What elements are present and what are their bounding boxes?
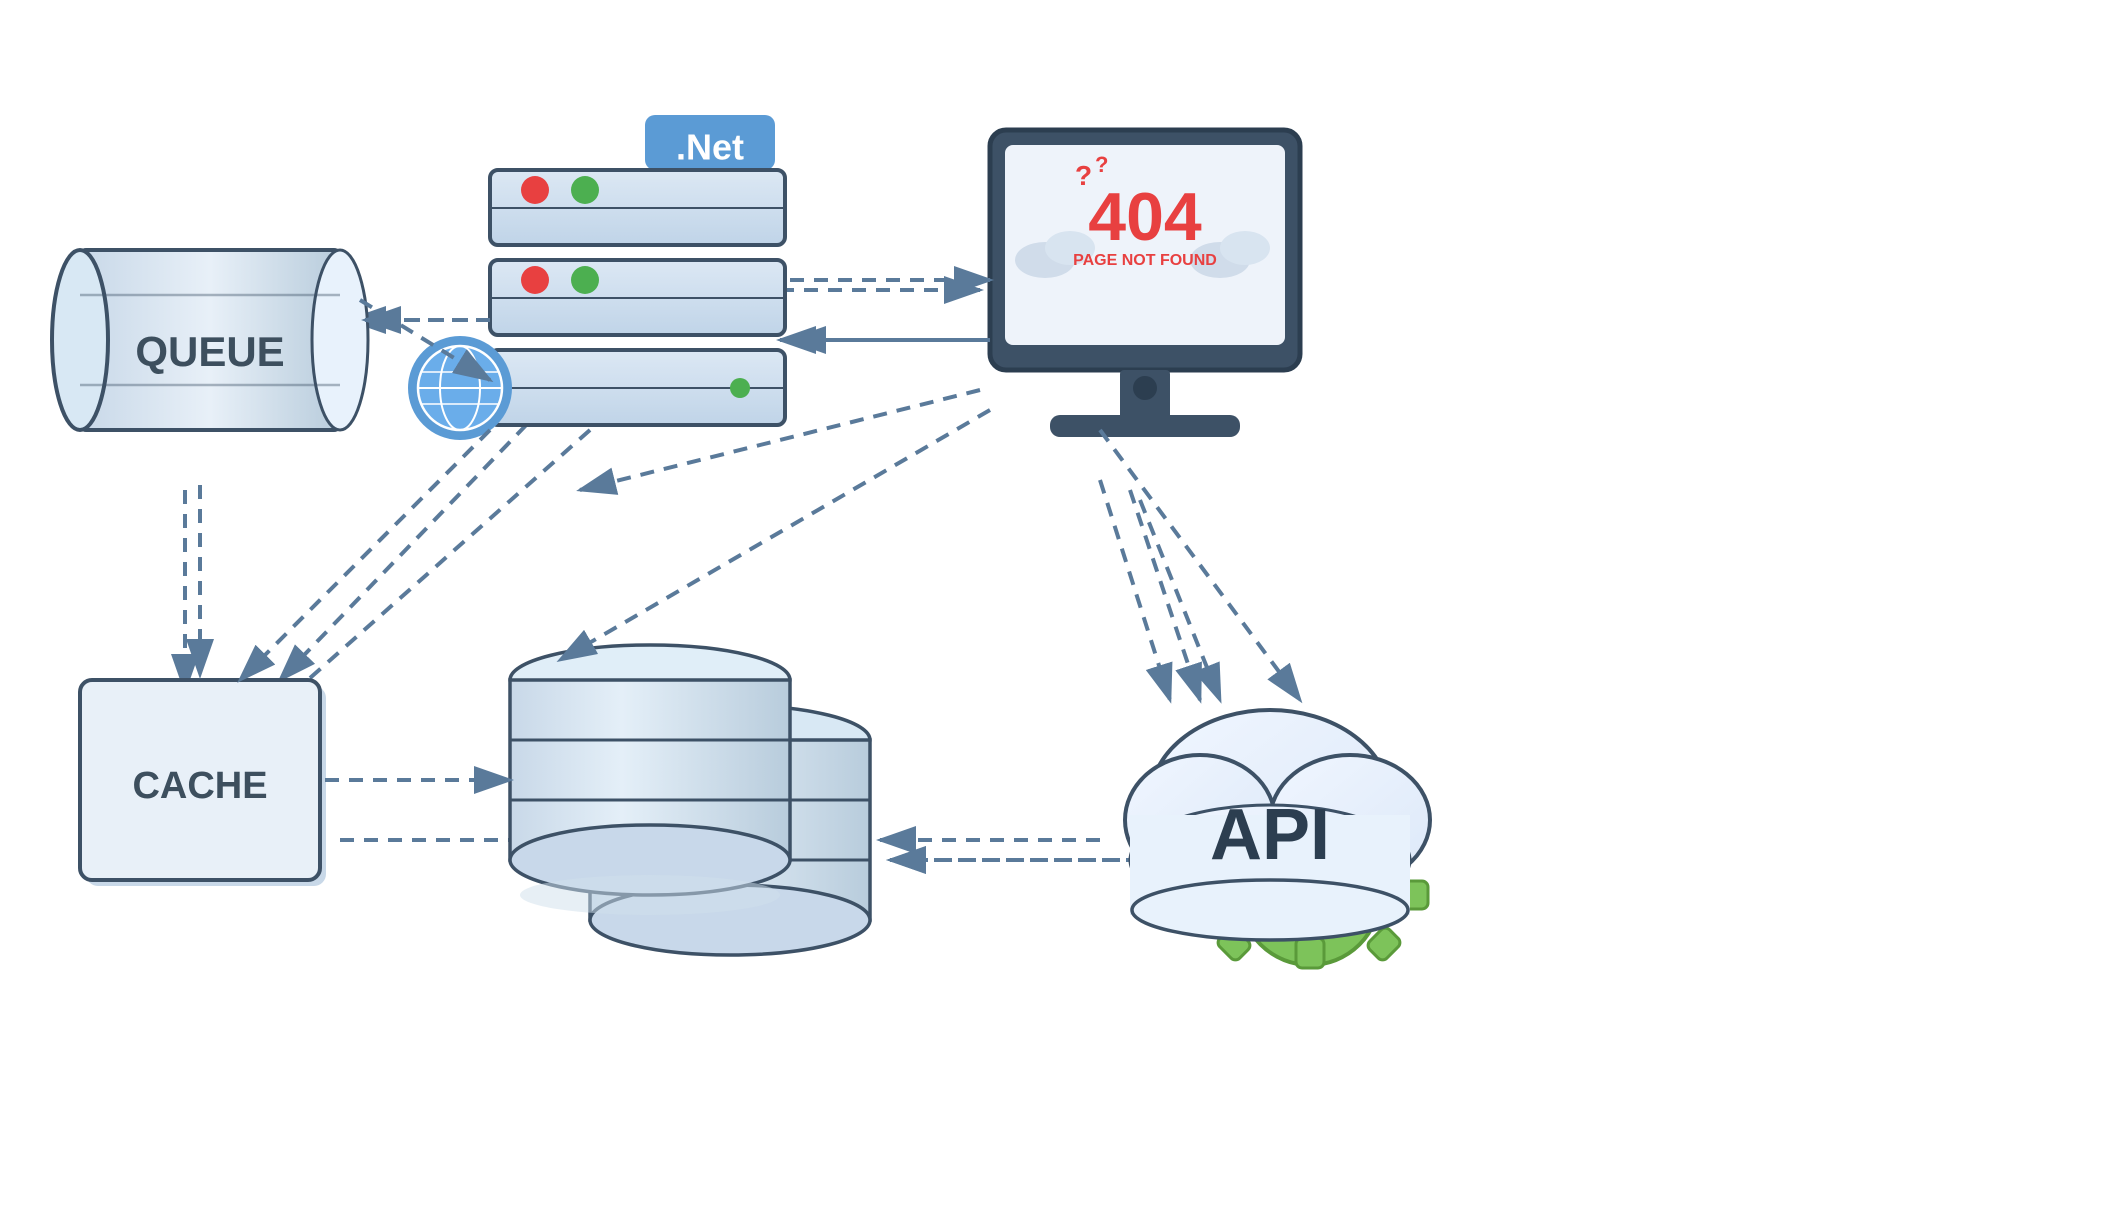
- database-component: [510, 645, 870, 955]
- cache-component: CACHE: [80, 680, 326, 886]
- monitor-component: ? ? 404 PAGE NOT FOUND: [990, 130, 1300, 437]
- cache-label: CACHE: [132, 765, 267, 807]
- arr-monitor-api: [1140, 500, 1220, 700]
- arrow-server-to-cache: [280, 390, 560, 680]
- dotnet-badge: .Net: [676, 127, 744, 168]
- svg-text:?: ?: [1095, 152, 1108, 177]
- api-label: API: [1210, 795, 1330, 875]
- error-page-not-found: PAGE NOT FOUND: [1073, 252, 1217, 269]
- diagram-container: QUEUE .Net: [0, 0, 2128, 1207]
- server-component: .Net: [408, 115, 785, 440]
- arr-monitor-left: [560, 410, 990, 660]
- arrow-monitor-to-api: [1130, 490, 1200, 700]
- queue-label: QUEUE: [135, 328, 284, 375]
- error-404-text: 404: [1088, 179, 1202, 255]
- arr-monitor-diag: [1100, 430, 1300, 700]
- queue-component: QUEUE: [52, 250, 368, 430]
- api-component: API: [1125, 710, 1430, 968]
- arr-diag-1: [240, 430, 490, 680]
